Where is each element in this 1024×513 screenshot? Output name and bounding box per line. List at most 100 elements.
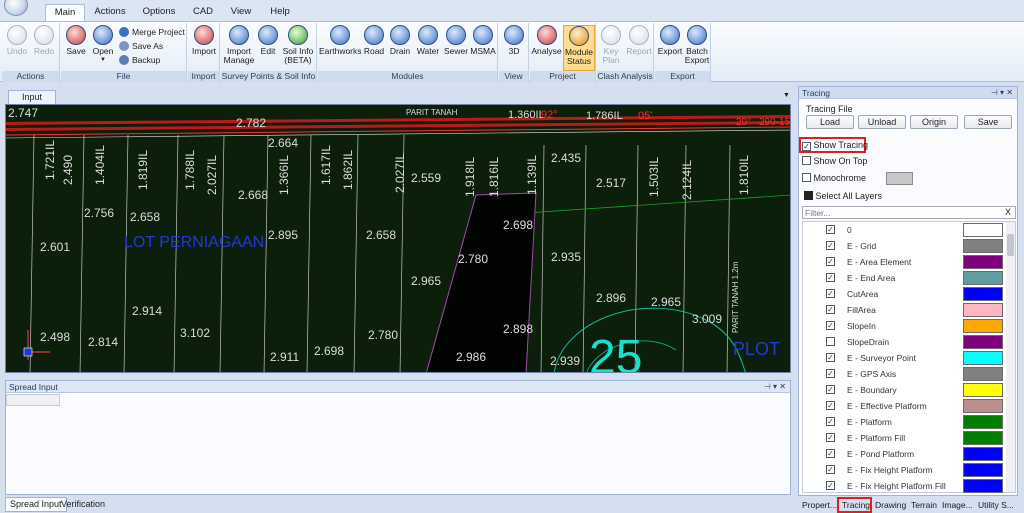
backup-button[interactable]: Backup	[119, 54, 160, 67]
import-button[interactable]: Import	[190, 25, 218, 56]
layer-color-swatch[interactable]	[963, 335, 1003, 349]
module-status-button[interactable]: Module Status	[563, 25, 595, 71]
layer-row[interactable]: ✓ SlopeIn	[826, 318, 964, 334]
layer-row[interactable]: ✓ E - Fix Height Platform Fill	[826, 478, 964, 494]
checkbox-checked-icon[interactable]: ✓	[826, 481, 835, 490]
tab-drawing[interactable]: Drawing	[875, 499, 906, 512]
monochrome-color-swatch[interactable]	[886, 172, 913, 185]
tab-cad[interactable]: CAD	[188, 4, 218, 21]
clear-filter-icon[interactable]: X	[1005, 207, 1011, 217]
tab-actions[interactable]: Actions	[90, 4, 130, 21]
tab-main[interactable]: Main	[45, 4, 85, 21]
edit-button[interactable]: Edit	[257, 25, 279, 56]
tab-tracing[interactable]: Tracing	[842, 499, 870, 512]
save-as-button[interactable]: Save As	[119, 40, 163, 53]
report-button[interactable]: Report	[625, 25, 653, 56]
layer-row[interactable]: ✓ E - End Area	[826, 270, 964, 286]
monochrome-checkbox[interactable]: Monochrome	[802, 173, 866, 183]
checkbox-checked-icon[interactable]: ✓	[826, 257, 835, 266]
checkbox-checked-icon[interactable]: ✓	[826, 433, 835, 442]
checkbox-checked-icon[interactable]: ✓	[826, 353, 835, 362]
batch-export-button[interactable]: Batch Export	[684, 25, 710, 65]
tab-terrain[interactable]: Terrain	[911, 499, 937, 512]
scrollbar-thumb[interactable]	[1007, 234, 1014, 256]
sewer-button[interactable]: Sewer	[443, 25, 469, 56]
redo-button[interactable]: Redo	[32, 25, 56, 56]
layer-row[interactable]: ✓ E - Fix Height Platform	[826, 462, 964, 478]
checkbox-checked-icon[interactable]: ✓	[826, 305, 835, 314]
checkbox-checked-icon[interactable]: ✓	[826, 321, 835, 330]
checkbox-checked-icon[interactable]: ✓	[826, 289, 835, 298]
layer-row[interactable]: ✓ 0	[826, 222, 964, 238]
layer-color-swatch[interactable]	[963, 383, 1003, 397]
layer-color-swatch[interactable]	[963, 287, 1003, 301]
application-menu-button[interactable]	[4, 0, 28, 16]
pin-icon[interactable]: ⊣	[991, 88, 998, 97]
layer-row[interactable]: ✓ E - Area Element	[826, 254, 964, 270]
tab-properties[interactable]: Propert...	[802, 499, 837, 512]
layer-row[interactable]: ✓ FillArea	[826, 302, 964, 318]
checkbox-checked-icon[interactable]: ✓	[826, 225, 835, 234]
analyse-button[interactable]: Analyse	[531, 25, 562, 56]
layer-color-swatch[interactable]	[963, 367, 1003, 381]
checkbox-checked-icon[interactable]: ✓	[826, 369, 835, 378]
chevron-down-icon[interactable]: ▼	[783, 92, 790, 99]
import-manage-button[interactable]: Import Manage	[222, 25, 256, 65]
tab-view[interactable]: View	[226, 4, 256, 21]
layer-color-swatch[interactable]	[963, 239, 1003, 253]
layer-color-swatch[interactable]	[963, 415, 1003, 429]
open-button[interactable]: Open ▼	[91, 25, 115, 65]
export-button[interactable]: Export	[656, 25, 684, 56]
layer-color-swatch[interactable]	[963, 479, 1003, 493]
layer-row[interactable]: ✓ E - Surveyor Point	[826, 350, 964, 366]
tab-spread-input[interactable]: Spread Input	[5, 497, 67, 512]
checkbox-checked-icon[interactable]: ✓	[826, 417, 835, 426]
layer-color-swatch[interactable]	[963, 447, 1003, 461]
checkbox-checked-icon[interactable]: ✓	[826, 449, 835, 458]
layer-row[interactable]: ✓ CutArea	[826, 286, 964, 302]
layer-color-swatch[interactable]	[963, 319, 1003, 333]
tab-input[interactable]: Input	[8, 90, 56, 104]
close-icon[interactable]: ✕	[1006, 88, 1013, 97]
merge-project-button[interactable]: Merge Project	[119, 26, 185, 39]
layer-row[interactable]: ✓ E - Effective Platform	[826, 398, 964, 414]
layer-row[interactable]: SlopeDrain	[826, 334, 964, 350]
chevron-down-icon[interactable]: ▾	[773, 382, 777, 391]
checkbox-checked-icon[interactable]: ✓	[826, 273, 835, 282]
show-on-top-checkbox[interactable]: Show On Top	[802, 156, 867, 166]
water-button[interactable]: Water	[415, 25, 441, 56]
show-tracing-checkbox[interactable]: ✓ Show Tracing	[802, 140, 868, 151]
save-button[interactable]: Save	[64, 25, 88, 56]
tab-image[interactable]: Image...	[942, 499, 973, 512]
checkbox-checked-icon[interactable]: ✓	[826, 465, 835, 474]
undo-button[interactable]: Undo	[5, 25, 29, 56]
layer-color-swatch[interactable]	[963, 351, 1003, 365]
layers-scrollbar[interactable]	[1006, 222, 1015, 492]
soil-info-button[interactable]: Soil Info (BETA)	[281, 25, 315, 65]
checkbox-checked-icon[interactable]: ✓	[826, 401, 835, 410]
layer-row[interactable]: ✓ E - GPS Axis	[826, 366, 964, 382]
key-plan-button[interactable]: Key Plan	[598, 25, 624, 65]
load-button[interactable]: Load	[806, 115, 854, 129]
drawing-canvas[interactable]: 2.747 2.782 PARIT TANAH 1.360IL 92° 1.786IL 05…	[5, 104, 791, 373]
layer-color-swatch[interactable]	[963, 431, 1003, 445]
pin-icon[interactable]: ⊣	[764, 382, 771, 391]
3d-button[interactable]: 3D	[501, 25, 527, 56]
road-button[interactable]: Road	[363, 25, 385, 56]
close-icon[interactable]: ✕	[779, 382, 786, 391]
layer-row[interactable]: ✓ E - Platform	[826, 414, 964, 430]
checkbox-checked-icon[interactable]: ✓	[826, 385, 835, 394]
drain-button[interactable]: Drain	[388, 25, 412, 56]
tab-help[interactable]: Help	[265, 4, 295, 21]
layer-row[interactable]: ✓ E - Platform Fill	[826, 430, 964, 446]
earthworks-button[interactable]: Earthworks	[319, 25, 362, 56]
layer-color-swatch[interactable]	[963, 399, 1003, 413]
layer-row[interactable]: ✓ E - Grid	[826, 238, 964, 254]
tab-verification[interactable]: Verification	[61, 498, 105, 511]
chevron-down-icon[interactable]: ▾	[1000, 88, 1004, 97]
origin-button[interactable]: Origin	[910, 115, 958, 129]
layer-row[interactable]: ✓ E - Boundary	[826, 382, 964, 398]
checkbox-icon[interactable]	[826, 337, 835, 346]
tab-utility[interactable]: Utility S...	[978, 499, 1014, 512]
layer-filter-input[interactable]	[802, 206, 1016, 219]
